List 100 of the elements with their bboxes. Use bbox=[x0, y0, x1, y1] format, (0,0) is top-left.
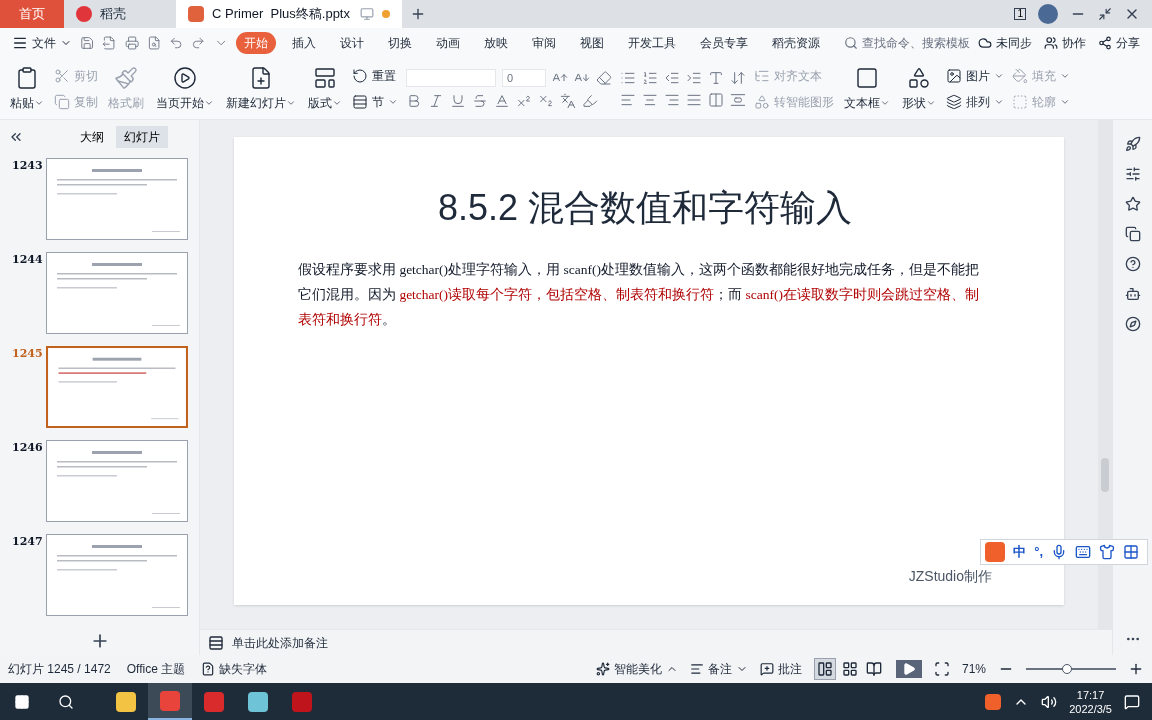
copy-icon[interactable] bbox=[1124, 226, 1141, 242]
ribbon-button[interactable]: 重置 bbox=[352, 66, 398, 85]
smart-art-icon bbox=[754, 93, 770, 110]
phonetic-guide-icon[interactable] bbox=[560, 92, 576, 109]
ribbon-button[interactable]: 文本框 bbox=[842, 65, 892, 112]
start-icon[interactable] bbox=[14, 693, 30, 710]
search-icon[interactable] bbox=[58, 693, 74, 710]
menu-tab[interactable]: 审阅 bbox=[523, 32, 564, 54]
menu-tab[interactable]: 动画 bbox=[427, 32, 468, 54]
redo-icon[interactable] bbox=[191, 35, 206, 51]
toolbox-icon[interactable] bbox=[1123, 544, 1139, 560]
notes-placeholder[interactable]: 单击此处添加备注 bbox=[232, 633, 328, 652]
action-button[interactable]: 协作 bbox=[1044, 34, 1086, 52]
undo-icon[interactable] bbox=[169, 35, 184, 51]
star-icon[interactable] bbox=[1124, 196, 1141, 212]
notes-button[interactable]: 备注 bbox=[689, 660, 748, 678]
view-icon bbox=[841, 661, 858, 677]
ribbon-button[interactable]: 节 bbox=[352, 92, 398, 111]
user-avatar-icon[interactable] bbox=[1038, 4, 1058, 24]
ribbon-button[interactable]: 形状 bbox=[900, 65, 938, 112]
ribbon-button[interactable]: 排列 bbox=[946, 92, 1004, 111]
numbered-list-icon[interactable] bbox=[642, 69, 658, 86]
window-count-badge[interactable]: 1 bbox=[1014, 8, 1026, 20]
microphone-icon[interactable] bbox=[1051, 544, 1067, 560]
vertical-scrollbar[interactable] bbox=[1098, 120, 1112, 629]
search-icon bbox=[843, 36, 858, 50]
font-name-field[interactable] bbox=[406, 68, 496, 87]
slideshow-button[interactable] bbox=[895, 660, 922, 678]
preview-icon[interactable] bbox=[146, 35, 162, 51]
clear-format-icon[interactable] bbox=[596, 69, 612, 86]
beautify-button[interactable]: 智能美化 bbox=[595, 660, 678, 678]
slide-thumbnail[interactable] bbox=[46, 252, 188, 334]
menu-tab[interactable]: 视图 bbox=[571, 32, 612, 54]
restore-icon[interactable] bbox=[1098, 7, 1112, 21]
font-color-icon[interactable] bbox=[494, 92, 510, 109]
document-tab[interactable]: 首页 bbox=[0, 0, 64, 28]
slide-thumbnail[interactable] bbox=[46, 346, 188, 428]
punctuation-toggle[interactable]: °, bbox=[1034, 542, 1043, 562]
underline-icon[interactable] bbox=[450, 92, 466, 109]
menu-tab[interactable]: 设计 bbox=[331, 32, 372, 54]
shapes-icon bbox=[907, 65, 931, 90]
new-tab-icon[interactable] bbox=[410, 6, 426, 22]
panel-tab[interactable]: 大纲 bbox=[72, 126, 112, 148]
menu-tab[interactable]: 会员专享 bbox=[691, 32, 756, 54]
missing-fonts-button[interactable]: 缺失字体 bbox=[201, 660, 268, 678]
font-size-field[interactable]: 0 bbox=[502, 68, 546, 87]
notification-icon[interactable] bbox=[1124, 693, 1140, 710]
compass-icon[interactable] bbox=[1124, 316, 1141, 332]
slide-thumbnail[interactable] bbox=[46, 158, 188, 240]
slide-thumbnail[interactable] bbox=[46, 440, 188, 522]
outline-icon bbox=[1012, 93, 1028, 110]
view-button[interactable] bbox=[813, 658, 836, 680]
notes-icon bbox=[689, 662, 704, 676]
ribbon-button[interactable]: 新建幻灯片 bbox=[224, 65, 298, 112]
input-mode-toggle[interactable]: 中 bbox=[1013, 542, 1027, 562]
save-icon[interactable] bbox=[80, 35, 95, 51]
document-tab[interactable]: C Primer Plus终稿.pptx bbox=[176, 0, 402, 28]
command-search-field[interactable]: 查找命令、搜索模板 bbox=[843, 34, 970, 52]
menu-tab[interactable]: 放映 bbox=[475, 32, 516, 54]
sort-icon[interactable] bbox=[730, 69, 746, 86]
taskbar-app[interactable] bbox=[148, 683, 192, 720]
strikethrough-icon[interactable] bbox=[472, 92, 488, 109]
italic-icon[interactable] bbox=[428, 92, 444, 109]
ribbon-button[interactable]: 当页开始 bbox=[154, 65, 216, 112]
ribbon-button[interactable]: 版式 bbox=[306, 65, 344, 112]
zoom-slider[interactable] bbox=[1026, 663, 1116, 675]
assistant-icon[interactable] bbox=[1124, 286, 1141, 302]
zoom-slider-thumb[interactable] bbox=[1061, 664, 1072, 674]
people-icon bbox=[1044, 36, 1058, 50]
panel-tab[interactable]: 幻灯片 bbox=[116, 126, 168, 148]
sliders-icon[interactable] bbox=[1124, 166, 1141, 182]
print-icon[interactable] bbox=[124, 35, 139, 51]
export-icon[interactable] bbox=[102, 35, 117, 51]
ribbon-button[interactable]: 粘贴 bbox=[8, 65, 46, 112]
menu-tab[interactable]: 开发工具 bbox=[619, 32, 684, 54]
file-menu[interactable]: 文件 bbox=[12, 34, 72, 52]
menu-tab[interactable]: 稻壳资源 bbox=[763, 32, 828, 54]
font-question-icon bbox=[201, 662, 216, 676]
ime-tray-icon[interactable] bbox=[985, 693, 1002, 710]
zoom-level[interactable]: 71% bbox=[961, 660, 986, 678]
highlight-icon[interactable] bbox=[582, 92, 598, 109]
menu-tab[interactable]: 插入 bbox=[283, 32, 324, 54]
zoom-in-icon[interactable] bbox=[1128, 661, 1144, 677]
bold-icon[interactable] bbox=[406, 92, 422, 109]
slide-thumbnail[interactable] bbox=[46, 534, 188, 616]
action-button[interactable]: 分享 bbox=[1098, 34, 1140, 52]
volume-icon[interactable] bbox=[1041, 693, 1058, 710]
menu-tab[interactable]: 切换 bbox=[379, 32, 420, 54]
ribbon-button[interactable]: 图片 bbox=[946, 66, 1004, 85]
comments-button[interactable]: 批注 bbox=[759, 660, 802, 678]
help-icon[interactable] bbox=[1124, 256, 1141, 272]
skin-icon[interactable] bbox=[1099, 544, 1115, 560]
slide-footer: JZStudio制作 bbox=[908, 566, 992, 587]
keyboard-icon[interactable] bbox=[1075, 544, 1091, 560]
line-spacing-icon[interactable] bbox=[730, 91, 746, 108]
fit-icon[interactable] bbox=[933, 661, 950, 677]
columns-icon[interactable] bbox=[708, 91, 724, 108]
app-icon bbox=[204, 691, 224, 712]
action-button[interactable]: 未同步 bbox=[978, 34, 1032, 52]
rocket-icon[interactable] bbox=[1124, 136, 1141, 152]
